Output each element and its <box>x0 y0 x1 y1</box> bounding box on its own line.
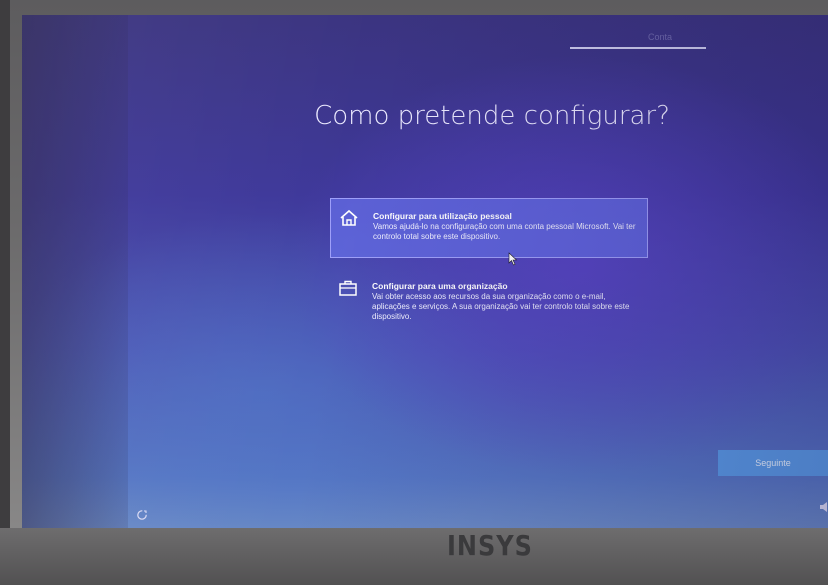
brand-logo: INSYS <box>447 529 533 563</box>
option-title: Configurar para utilização pessoal <box>373 211 512 221</box>
volume-icon[interactable] <box>820 501 828 513</box>
laptop-bezel: Conta Como pretende configurar? Configur… <box>0 0 828 585</box>
option-description: Vamos ajudá-lo na configuração com uma c… <box>373 222 636 241</box>
ease-of-access-icon[interactable] <box>136 509 148 521</box>
option-personal-use[interactable]: Configurar para utilização pessoal Vamos… <box>330 198 648 258</box>
screen-shadow <box>22 15 128 528</box>
home-icon <box>340 209 358 226</box>
bezel-bottom: INSYS <box>0 528 828 585</box>
option-title: Configurar para uma organização <box>372 281 508 291</box>
option-organization[interactable]: Configurar para uma organização Vai obte… <box>330 269 646 329</box>
progress-step-label: Conta <box>647 32 673 42</box>
progress-indicator <box>570 47 706 49</box>
bezel-edge <box>0 0 10 585</box>
next-button[interactable]: Seguinte <box>718 450 828 476</box>
page-title: Como pretende configurar? <box>314 101 670 131</box>
mouse-cursor-icon <box>508 252 518 266</box>
option-description: Vai obter acesso aos recursos da sua org… <box>372 292 630 321</box>
oobe-screen: Conta Como pretende configurar? Configur… <box>22 15 828 528</box>
briefcase-icon <box>339 280 357 296</box>
